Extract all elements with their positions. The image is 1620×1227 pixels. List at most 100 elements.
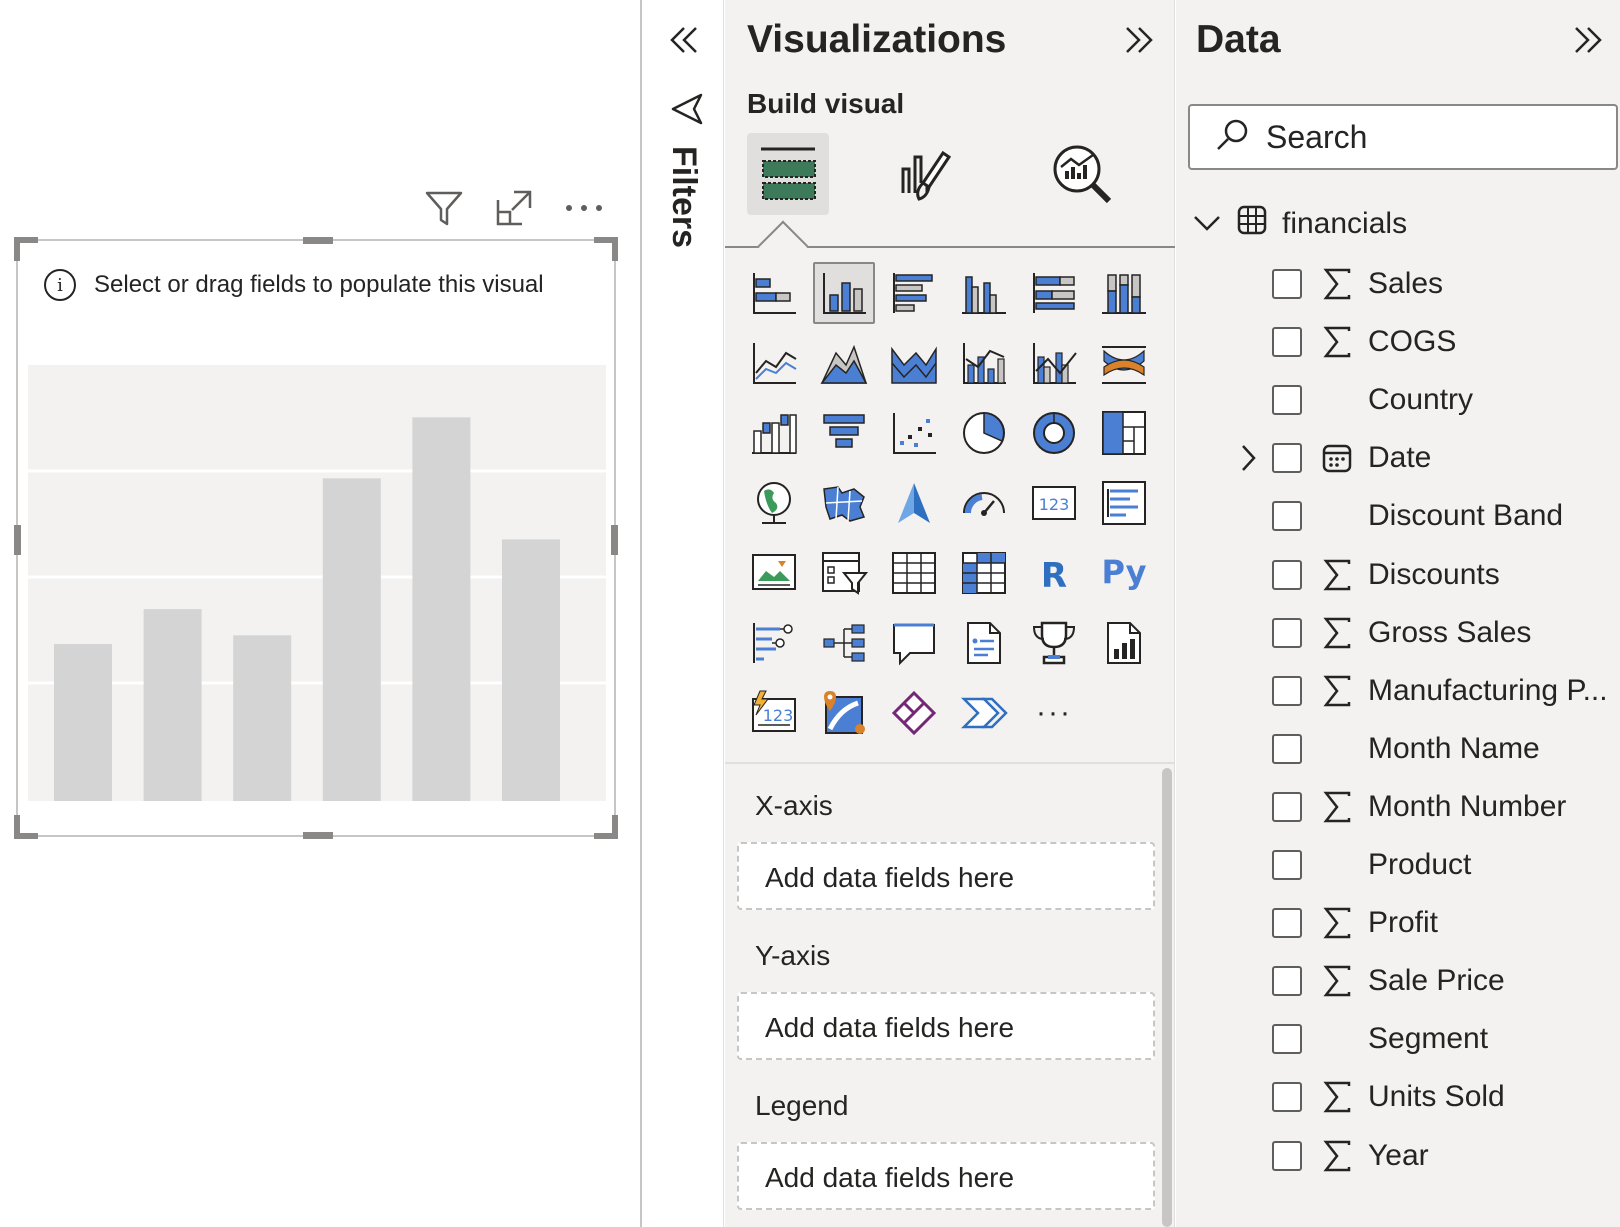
field-checkbox[interactable] [1272,617,1302,648]
card-icon[interactable]: 123 [1023,472,1085,534]
visual-filter-icon[interactable] [422,186,466,230]
field-row[interactable]: Segment [1176,1011,1620,1067]
area-chart-icon[interactable] [813,332,875,394]
filters-label[interactable]: Filters [664,146,703,248]
filters-pane-collapsed[interactable]: Filters [644,0,724,1227]
decomposition-tree-icon[interactable] [813,612,875,674]
chevron-right-icon[interactable] [1236,443,1260,473]
waterfall-chart-icon[interactable] [743,402,805,464]
100-stacked-column-chart-icon[interactable] [1093,262,1155,324]
multi-row-card-icon[interactable] [1093,472,1155,534]
ribbon-chart-icon[interactable] [1093,332,1155,394]
field-row[interactable]: Discounts [1176,547,1620,603]
power-automate-card-icon[interactable]: 123 [743,682,805,744]
filled-map-icon[interactable] [813,472,875,534]
x-axis-drop-zone[interactable]: Add data fields here [737,842,1155,910]
wells-scrollbar[interactable] [1162,768,1172,1227]
report-canvas[interactable]: i Select or drag fields to populate this… [0,0,642,1227]
field-row[interactable]: Manufacturing P... [1176,663,1620,719]
map-icon[interactable] [743,472,805,534]
smart-narrative-icon[interactable] [953,612,1015,674]
field-row[interactable]: Date [1176,430,1620,486]
r-script-visual-icon[interactable]: R [1023,542,1085,604]
collapse-data-icon[interactable] [1568,20,1608,60]
field-row[interactable]: Profit [1176,895,1620,951]
data-search-box[interactable] [1188,104,1618,170]
more-options-icon[interactable] [562,186,606,230]
line-and-stacked-column-icon[interactable] [953,332,1015,394]
field-checkbox[interactable] [1272,385,1302,416]
field-row[interactable]: Sale Price [1176,953,1620,1009]
azure-map-icon[interactable] [883,472,945,534]
expand-filters-icon[interactable] [664,20,704,60]
field-row[interactable]: Country [1176,372,1620,428]
analytics-tab[interactable] [1041,133,1123,215]
resize-handle-left[interactable] [14,525,21,555]
qa-visual-icon[interactable] [883,612,945,674]
field-checkbox[interactable] [1272,1024,1302,1055]
legend-drop-zone[interactable]: Add data fields here [737,1142,1155,1210]
matrix-icon[interactable] [953,542,1015,604]
field-checkbox[interactable] [1272,733,1302,764]
clustered-column-visual[interactable]: i Select or drag fields to populate this… [14,237,618,839]
field-checkbox[interactable] [1272,269,1302,299]
treemap-icon[interactable] [1093,402,1155,464]
more-visuals-icon[interactable]: ··· [1023,682,1085,744]
table-icon[interactable] [883,542,945,604]
resize-handle-right[interactable] [611,525,618,555]
stacked-bar-chart-icon[interactable] [743,262,805,324]
power-apps-icon[interactable] [883,682,945,744]
kpi-icon[interactable] [743,542,805,604]
field-checkbox[interactable] [1272,966,1302,997]
field-checkbox[interactable] [1272,850,1302,880]
build-visual-tab[interactable] [747,133,829,215]
field-checkbox[interactable] [1272,908,1302,939]
format-visual-tab[interactable] [883,133,965,215]
resize-handle-top-left[interactable] [14,237,38,261]
resize-handle-bottom-left[interactable] [14,815,38,839]
field-row[interactable]: Month Name [1176,721,1620,777]
slicer-icon[interactable] [813,542,875,604]
field-checkbox[interactable] [1272,327,1302,358]
field-row[interactable]: Year [1176,1128,1620,1184]
stacked-area-chart-icon[interactable] [883,332,945,394]
field-checkbox[interactable] [1272,675,1302,706]
resize-handle-top[interactable] [303,237,333,244]
funnel-chart-icon[interactable] [813,402,875,464]
clustered-column-chart-icon[interactable] [953,262,1015,324]
table-financials[interactable]: financials [1192,202,1407,246]
donut-chart-icon[interactable] [1023,402,1085,464]
resize-handle-top-right[interactable] [594,237,618,261]
metrics-visual-icon[interactable] [1023,612,1085,674]
clustered-bar-chart-icon[interactable] [883,262,945,324]
field-row[interactable]: Discount Band [1176,488,1620,544]
collapse-visualizations-icon[interactable] [1119,20,1159,60]
field-checkbox[interactable] [1272,559,1302,590]
100-stacked-bar-chart-icon[interactable] [1023,262,1085,324]
gauge-icon[interactable] [953,472,1015,534]
line-and-clustered-column-icon[interactable] [1023,332,1085,394]
resize-handle-bottom-right[interactable] [594,815,618,839]
line-chart-icon[interactable] [743,332,805,394]
field-checkbox[interactable] [1272,1140,1302,1171]
pie-chart-icon[interactable] [953,402,1015,464]
field-row[interactable]: Sales [1176,256,1620,312]
focus-mode-icon[interactable] [492,186,536,230]
scatter-chart-icon[interactable] [883,402,945,464]
stacked-column-chart-icon[interactable] [813,262,875,324]
field-checkbox[interactable] [1272,501,1302,532]
paginated-report-icon[interactable] [1093,612,1155,674]
field-row[interactable]: Gross Sales [1176,605,1620,661]
field-row[interactable]: Units Sold [1176,1069,1620,1125]
resize-handle-bottom[interactable] [303,832,333,839]
arcgis-map-icon[interactable] [813,682,875,744]
field-checkbox[interactable] [1272,791,1302,822]
field-checkbox[interactable] [1272,443,1302,474]
search-input[interactable] [1266,118,1566,156]
power-automate-icon[interactable] [953,682,1015,744]
python-visual-icon[interactable]: Py [1093,542,1155,604]
field-row[interactable]: Month Number [1176,779,1620,835]
field-row[interactable]: COGS [1176,314,1620,370]
field-checkbox[interactable] [1272,1082,1302,1113]
key-influencers-icon[interactable] [743,612,805,674]
